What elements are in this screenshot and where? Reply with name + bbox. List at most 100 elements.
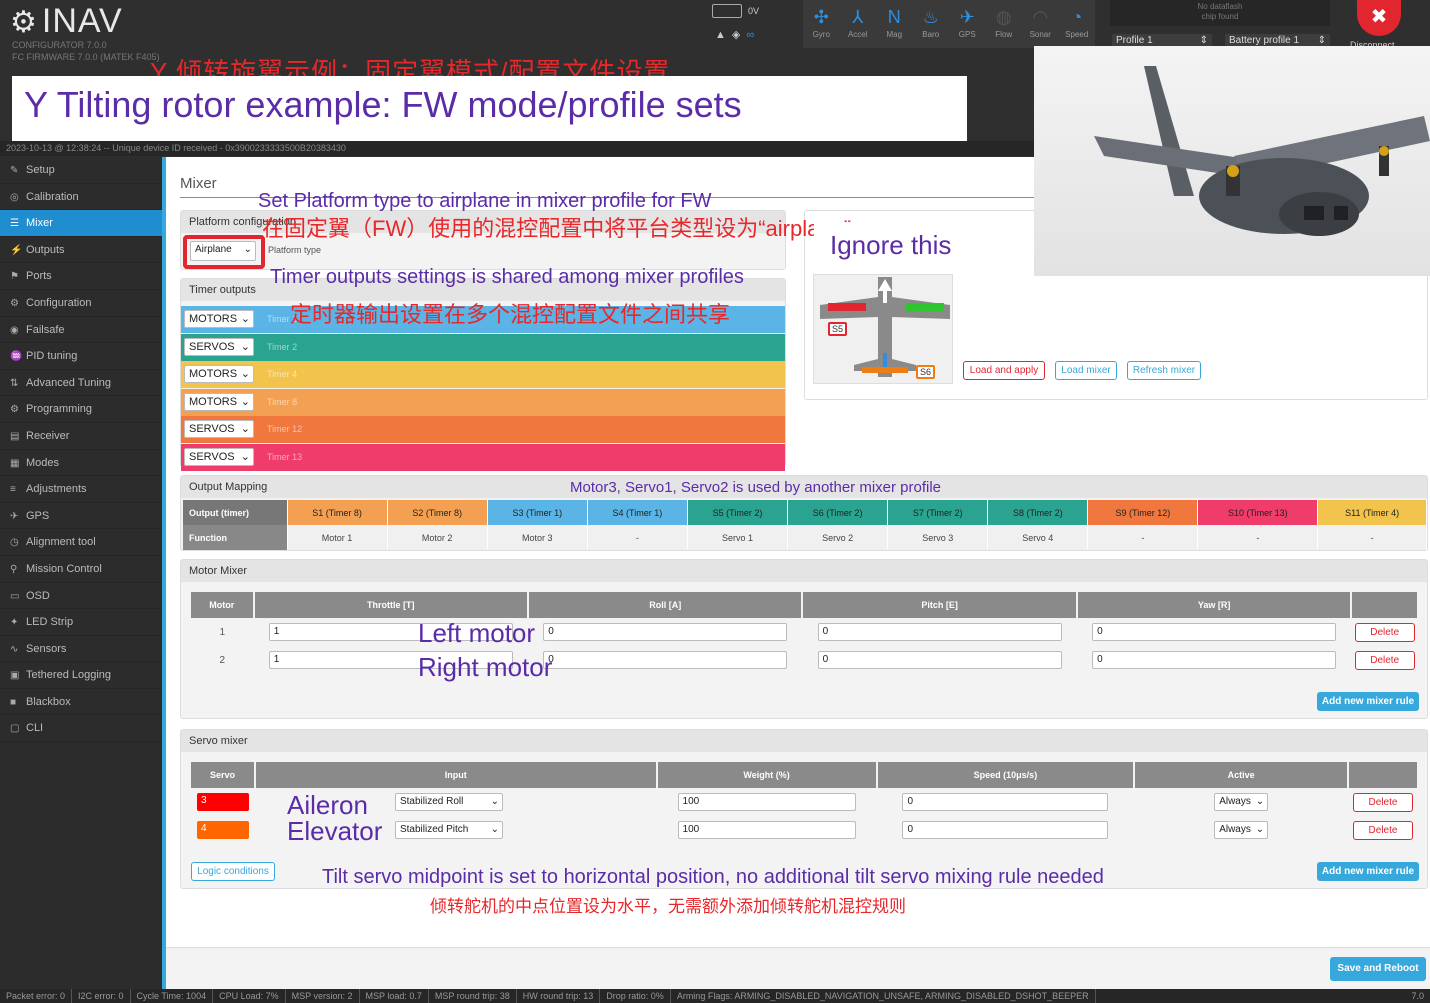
output-cell: S8 (Timer 2) (987, 500, 1089, 525)
annotation-right-motor: Right motor (418, 652, 553, 682)
load-apply-button[interactable]: Load and apply (963, 361, 1045, 380)
sidebar-item-ports[interactable]: ⚑ Ports (0, 263, 162, 290)
motor-mixer-row: 2 1 0 0 0 Delete (191, 646, 1418, 674)
alignment-icon: ◷ (10, 537, 19, 549)
outputs-icon: ⚡ (10, 244, 23, 256)
sidebar-item-label: LED Strip (26, 616, 74, 629)
servo-weight-input[interactable]: 100 (677, 793, 856, 811)
warning-icon: ▲ (715, 29, 732, 41)
status-item: MSP load: 0.7 (360, 989, 429, 1003)
sidebar-item-programming[interactable]: ⚙ Programming (0, 396, 162, 423)
motor-pitch-input[interactable]: 0 (817, 651, 1062, 669)
servo-input-select[interactable]: Stabilized Roll ⌄ (394, 793, 503, 811)
timer-mode-value: SERVOS (189, 450, 235, 463)
sidebar-item-calibration[interactable]: ◎ Calibration (0, 184, 162, 211)
timer-row: SERVOS ⌄ Timer 2 (181, 333, 785, 361)
annotation-platform-cn: 在固定翼（FW）使用的混控配置中将平台类型设为“airplane” (262, 216, 852, 241)
sidebar-item-gps[interactable]: ✈ GPS (0, 503, 162, 530)
sidebar-item-configuration[interactable]: ⚙ Configuration (0, 290, 162, 317)
sensor-label: Speed (1065, 30, 1089, 39)
timer-label: Timer 8 (267, 396, 298, 407)
sidebar-item-modes[interactable]: ▦ Modes (0, 450, 162, 477)
motor-mixer-row: 1 1 0 0 0 Delete (191, 618, 1418, 646)
motor-yaw-input[interactable]: 0 (1092, 623, 1337, 641)
timer-label: Timer 2 (267, 341, 298, 352)
sidebar-item-label: Programming (26, 403, 93, 416)
chevron-down-icon: ⌄ (1255, 796, 1265, 807)
sidebar-item-mission-control[interactable]: ⚲ Mission Control (0, 556, 162, 583)
timer-mode-select[interactable]: SERVOS ⌄ (184, 447, 254, 466)
logic-conditions-button[interactable]: Logic conditions (191, 862, 275, 881)
servo-mixer-header: Servo mixer (181, 730, 1427, 752)
add-servo-rule-button[interactable]: Add new mixer rule (1317, 862, 1419, 881)
timer-mode-select[interactable]: MOTORS ⌄ (184, 365, 254, 383)
timer-mode-select[interactable]: MOTORS ⌄ (184, 310, 254, 328)
sidebar-item-alignment-tool[interactable]: ◷ Alignment tool (0, 529, 162, 556)
sidebar-item-receiver[interactable]: ▤ Receiver (0, 423, 162, 450)
timer-label: Timer 13 (267, 451, 303, 462)
add-motor-rule-button[interactable]: Add new mixer rule (1317, 692, 1419, 711)
output-timer-label: Output (timer) (183, 500, 288, 525)
sensor-label: Flow (995, 30, 1013, 39)
motor-number: 1 (219, 626, 226, 638)
timer-mode-value: MOTORS (189, 395, 238, 408)
servo-mixer-col-header: Servo (191, 762, 256, 788)
timer-mode-select[interactable]: MOTORS ⌄ (184, 392, 254, 411)
sidebar-item-label: Sensors (26, 642, 67, 655)
servo-speed-input[interactable]: 0 (902, 793, 1109, 811)
function-cell: Servo 4 (987, 525, 1089, 550)
sidebar-item-outputs[interactable]: ⚡ Outputs (0, 237, 162, 264)
motor-roll-input[interactable]: 0 (543, 651, 788, 669)
output-cell: S11 (Timer 4) (1317, 500, 1427, 525)
sidebar-item-led-strip[interactable]: ✦ LED Strip (0, 609, 162, 636)
dataflash-line1: No dataflash (1197, 2, 1243, 11)
servo-input-select[interactable]: Stabilized Pitch ⌄ (394, 821, 503, 839)
output-cell: S7 (Timer 2) (887, 500, 989, 525)
function-cell: Servo 3 (887, 525, 989, 550)
sensor-label: Mag (886, 30, 903, 39)
firmware-version: FC FIRMWARE 7.0.0 (MATEK F405) (12, 52, 160, 62)
sidebar-item-advanced-tuning[interactable]: ⇅ Advanced Tuning (0, 370, 162, 397)
save-reboot-button[interactable]: Save and Reboot (1330, 957, 1426, 981)
motor-mixer-col-header: Yaw [R] (1076, 592, 1353, 618)
servo-active-value: Always (1219, 824, 1251, 835)
delete-servo-rule-button[interactable]: Delete (1353, 820, 1413, 840)
servo-speed-input[interactable]: 0 (902, 821, 1109, 839)
motor-yaw-input[interactable]: 0 (1092, 651, 1337, 669)
platform-type-select[interactable]: Airplane ⌄ (190, 241, 256, 261)
title-en: Y Tilting rotor example: FW mode/profile… (24, 84, 742, 125)
advanced-icon: ⇅ (10, 377, 19, 389)
sidebar-item-blackbox[interactable]: ■ Blackbox (0, 689, 162, 716)
sidebar-item-tethered-logging[interactable]: ▣ Tethered Logging (0, 662, 162, 689)
servo-active-select[interactable]: Always ⌄ (1214, 793, 1269, 811)
status-item: Arming Flags: ARMING_DISABLED_NAVIGATION… (671, 989, 1096, 1003)
delete-motor-rule-button[interactable]: Delete (1354, 650, 1415, 670)
chevron-down-icon: ⌄ (240, 313, 250, 325)
sidebar-item-pid-tuning[interactable]: ♒ PID tuning (0, 343, 162, 370)
sidebar-item-mixer[interactable]: ☰ Mixer (0, 210, 162, 237)
wrench-icon: ✎ (10, 165, 19, 176)
delete-servo-rule-button[interactable]: Delete (1353, 792, 1413, 812)
refresh-mixer-button[interactable]: Refresh mixer (1127, 361, 1201, 380)
sidebar-item-cli[interactable]: ▢ CLI (0, 715, 162, 743)
servo-weight-input[interactable]: 100 (677, 821, 856, 839)
motor-pitch-input[interactable]: 0 (817, 623, 1062, 641)
timer-mode-select[interactable]: SERVOS ⌄ (184, 337, 254, 356)
sidebar-item-osd[interactable]: ▭ OSD (0, 583, 162, 610)
disconnect-button[interactable]: ✖ (1357, 0, 1401, 36)
sensor-speed: ◔ Speed (1059, 0, 1096, 48)
output-cell: S3 (Timer 1) (487, 500, 588, 525)
servo-active-select[interactable]: Always ⌄ (1214, 821, 1269, 839)
sidebar-item-sensors[interactable]: ∿ Sensors (0, 636, 162, 663)
sidebar-item-setup[interactable]: ✎ Setup (0, 157, 162, 184)
timer-mode-select[interactable]: SERVOS ⌄ (184, 420, 254, 438)
delete-motor-rule-button[interactable]: Delete (1354, 622, 1415, 642)
load-mixer-button[interactable]: Load mixer (1055, 361, 1117, 380)
blackbox-icon: ■ (10, 696, 17, 708)
motor-roll-input[interactable]: 0 (543, 623, 788, 641)
status-item: Cycle Time: 1004 (131, 989, 214, 1003)
sidebar-item-failsafe[interactable]: ◉ Failsafe (0, 317, 162, 344)
sidebar-item-adjustments[interactable]: ≡ Adjustments (0, 476, 162, 503)
mag-icon: N (887, 7, 901, 27)
timer-mode-value: SERVOS (189, 340, 235, 353)
